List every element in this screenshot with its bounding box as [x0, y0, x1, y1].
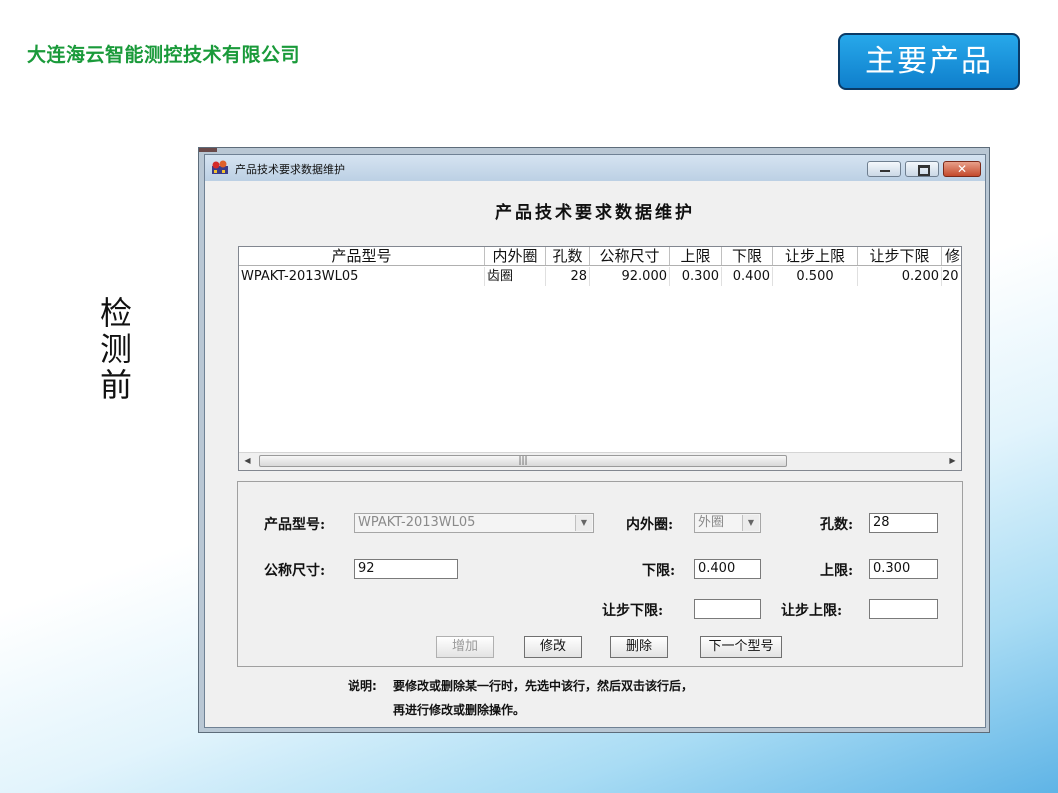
cell-lower: 0.400	[722, 267, 773, 286]
column-header-lower[interactable]: 下限	[722, 247, 773, 265]
vertical-label-text: 检测前	[96, 295, 136, 403]
app-logo-icon	[212, 160, 228, 174]
window-title: 产品技术要求数据维护	[235, 163, 345, 176]
cell-nominal: 92.000	[590, 267, 670, 286]
ring-label: 内外圈:	[626, 517, 674, 533]
title-bar[interactable]: 产品技术要求数据维护 ✕	[205, 155, 985, 181]
model-combobox: WPAKT-2013WL05 ▼	[354, 513, 594, 533]
edit-form: 产品型号: WPAKT-2013WL05 ▼ 内外圈: 外圈 ▼ 孔数: 28 …	[237, 481, 963, 667]
main-products-button[interactable]: 主要产品	[838, 33, 1020, 90]
chevron-down-icon: ▼	[742, 515, 759, 531]
cell-conc-lower: 0.200	[858, 267, 942, 286]
chevron-down-icon: ▼	[575, 515, 592, 531]
app-window: 产品技术要求数据维护 ✕ 产品技术要求数据维护 产品型号 内外圈 孔数 公称尺寸…	[204, 154, 986, 728]
column-header-nominal[interactable]: 公称尺寸	[590, 247, 670, 265]
note-line-2: 再进行修改或删除操作。	[393, 703, 526, 717]
ring-value: 外圈	[698, 515, 725, 530]
before-inspection-label: 检测前	[96, 295, 136, 403]
column-header-holes[interactable]: 孔数	[546, 247, 590, 265]
horizontal-scrollbar[interactable]: ◀ ||| ▶	[239, 452, 961, 470]
vertical-label-char: 测	[99, 330, 132, 368]
vertical-label-char: 检	[99, 294, 132, 332]
grid-header: 产品型号 内外圈 孔数 公称尺寸 上限 下限 让步上限 让步下限 修	[239, 247, 961, 266]
holes-input[interactable]: 28	[869, 513, 938, 533]
cell-conc-upper: 0.500	[773, 267, 858, 286]
cell-ring: 齿圈	[485, 267, 546, 286]
column-header-model[interactable]: 产品型号	[239, 247, 485, 265]
model-label: 产品型号:	[264, 517, 326, 533]
conc-lower-label: 让步下限:	[602, 603, 664, 619]
vertical-label-char: 前	[99, 366, 132, 404]
maximize-icon	[918, 165, 930, 176]
window-client: 产品技术要求数据维护 产品型号 内外圈 孔数 公称尺寸 上限 下限 让步上限 让…	[208, 181, 982, 724]
grip-icon: |||	[518, 456, 528, 466]
nominal-label: 公称尺寸:	[264, 563, 326, 579]
upper-input[interactable]: 0.300	[869, 559, 938, 579]
nominal-input[interactable]: 92	[354, 559, 458, 579]
column-header-ring[interactable]: 内外圈	[485, 247, 546, 265]
close-icon: ✕	[956, 162, 968, 176]
delete-button[interactable]: 删除	[610, 636, 668, 658]
modify-button[interactable]: 修改	[524, 636, 582, 658]
maximize-button[interactable]	[905, 161, 939, 177]
conc-upper-input[interactable]	[869, 599, 938, 619]
data-grid[interactable]: 产品型号 内外圈 孔数 公称尺寸 上限 下限 让步上限 让步下限 修 WPAKT…	[238, 246, 962, 471]
conc-lower-input[interactable]	[694, 599, 761, 619]
cell-holes: 28	[546, 267, 590, 286]
minimize-icon	[880, 170, 890, 172]
scroll-left-icon[interactable]: ◀	[239, 453, 256, 469]
model-value: WPAKT-2013WL05	[358, 515, 476, 530]
column-header-modify[interactable]: 修	[942, 247, 961, 265]
add-button[interactable]: 增加	[436, 636, 494, 658]
upper-label: 上限:	[820, 563, 854, 579]
column-header-conc-lower[interactable]: 让步下限	[858, 247, 942, 265]
note-line-1: 要修改或删除某一行时，先选中该行，然后双击该行后，	[393, 679, 694, 693]
cell-model: WPAKT-2013WL05	[239, 267, 485, 286]
minimize-button[interactable]	[867, 161, 901, 177]
column-header-upper[interactable]: 上限	[670, 247, 722, 265]
page-heading: 产品技术要求数据维护	[495, 203, 695, 223]
frame-corner-mark	[199, 148, 217, 152]
scroll-right-icon[interactable]: ▶	[944, 453, 961, 469]
conc-upper-label: 让步上限:	[781, 603, 843, 619]
scroll-thumb[interactable]: |||	[259, 455, 787, 467]
holes-label: 孔数:	[820, 517, 854, 533]
table-row[interactable]: WPAKT-2013WL05 齿圈 28 92.000 0.300 0.400 …	[239, 267, 961, 286]
ring-combobox: 外圈 ▼	[694, 513, 761, 533]
cell-upper: 0.300	[670, 267, 722, 286]
next-model-button[interactable]: 下一个型号	[700, 636, 782, 658]
company-name: 大连海云智能测控技术有限公司	[27, 44, 301, 66]
lower-label: 下限:	[642, 563, 676, 579]
column-header-conc-upper[interactable]: 让步上限	[773, 247, 858, 265]
screenshot-frame: 产品技术要求数据维护 ✕ 产品技术要求数据维护 产品型号 内外圈 孔数 公称尺寸…	[198, 147, 990, 733]
close-button[interactable]: ✕	[943, 161, 981, 177]
lower-input[interactable]: 0.400	[694, 559, 761, 579]
note-prefix: 说明:	[348, 679, 377, 693]
cell-modify: 20	[942, 267, 961, 286]
